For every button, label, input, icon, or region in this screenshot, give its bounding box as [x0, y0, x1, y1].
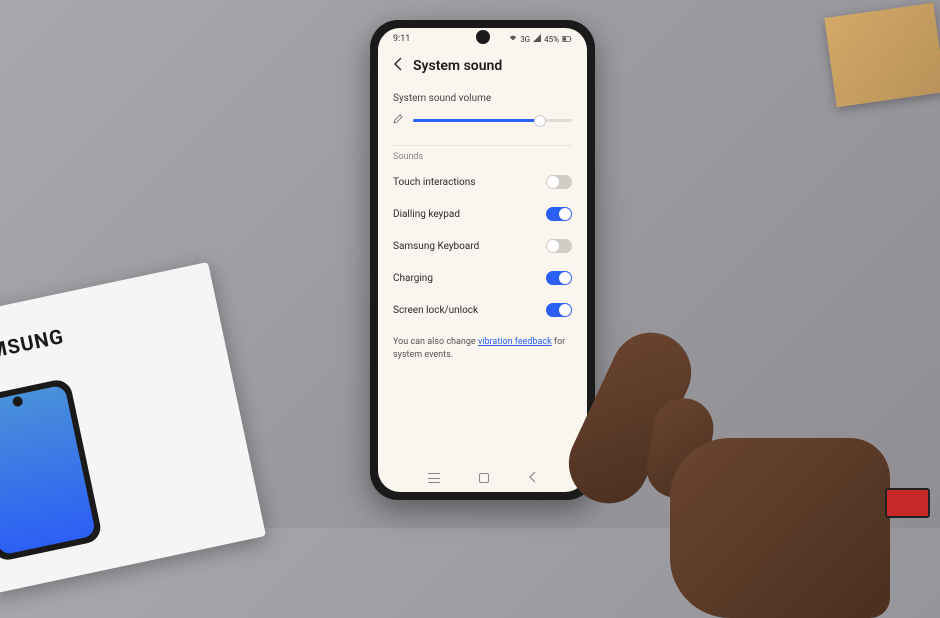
- phone-screen: 9:11 3G 45% System sound S: [378, 28, 587, 492]
- vibration-link[interactable]: vibration feedback: [478, 337, 552, 347]
- toggle-label: Samsung Keyboard: [393, 241, 479, 252]
- wifi-icon: [509, 34, 517, 44]
- volume-section: System sound volume: [378, 85, 587, 145]
- toggle-label: Dialling keypad: [393, 209, 460, 220]
- page-title: System sound: [413, 58, 502, 74]
- toggle-switch[interactable]: [546, 271, 572, 285]
- back-nav-button[interactable]: [528, 471, 538, 486]
- toggle-label: Touch interactions: [393, 177, 475, 188]
- sounds-group-header: Sounds: [378, 146, 587, 166]
- toggle-list: Touch interactions Dialling keypad Samsung…: [378, 166, 587, 326]
- home-button[interactable]: [479, 473, 489, 483]
- corner-badge: [885, 488, 930, 518]
- toggle-label: Screen lock/unlock: [393, 305, 478, 316]
- battery-label: 45%: [544, 35, 559, 44]
- product-box: SAMSUNG: [0, 262, 266, 594]
- battery-icon: [562, 35, 572, 44]
- toggle-row[interactable]: Dialling keypad: [378, 198, 587, 230]
- footer-note: You can also change vibration feedback f…: [378, 326, 587, 371]
- phone-device: 9:11 3G 45% System sound S: [370, 20, 595, 500]
- hand: [590, 278, 910, 558]
- volume-label: System sound volume: [393, 93, 572, 104]
- brand-logo: SAMSUNG: [0, 295, 199, 368]
- toggle-switch[interactable]: [546, 239, 572, 253]
- toggle-row[interactable]: Samsung Keyboard: [378, 230, 587, 262]
- toggle-row[interactable]: Screen lock/unlock: [378, 294, 587, 326]
- signal-icon: [533, 34, 541, 44]
- toggle-switch[interactable]: [546, 207, 572, 221]
- page-header: System sound: [378, 46, 587, 85]
- slider-thumb[interactable]: [534, 115, 546, 127]
- camera-notch: [476, 30, 490, 44]
- toggle-switch[interactable]: [546, 303, 572, 317]
- toggle-row[interactable]: Charging: [378, 262, 587, 294]
- network-label: 3G: [520, 35, 530, 44]
- box-phone-image: [0, 377, 103, 562]
- back-icon[interactable]: [393, 56, 403, 75]
- navigation-bar: [378, 464, 587, 492]
- toggle-switch[interactable]: [546, 175, 572, 189]
- pencil-icon[interactable]: [393, 114, 403, 127]
- status-time: 9:11: [393, 34, 410, 44]
- recent-apps-button[interactable]: [428, 473, 440, 483]
- toggle-row[interactable]: Touch interactions: [378, 166, 587, 198]
- footer-prefix: You can also change: [393, 337, 478, 347]
- volume-slider[interactable]: [413, 119, 572, 122]
- wooden-object: [824, 3, 940, 107]
- toggle-label: Charging: [393, 273, 433, 284]
